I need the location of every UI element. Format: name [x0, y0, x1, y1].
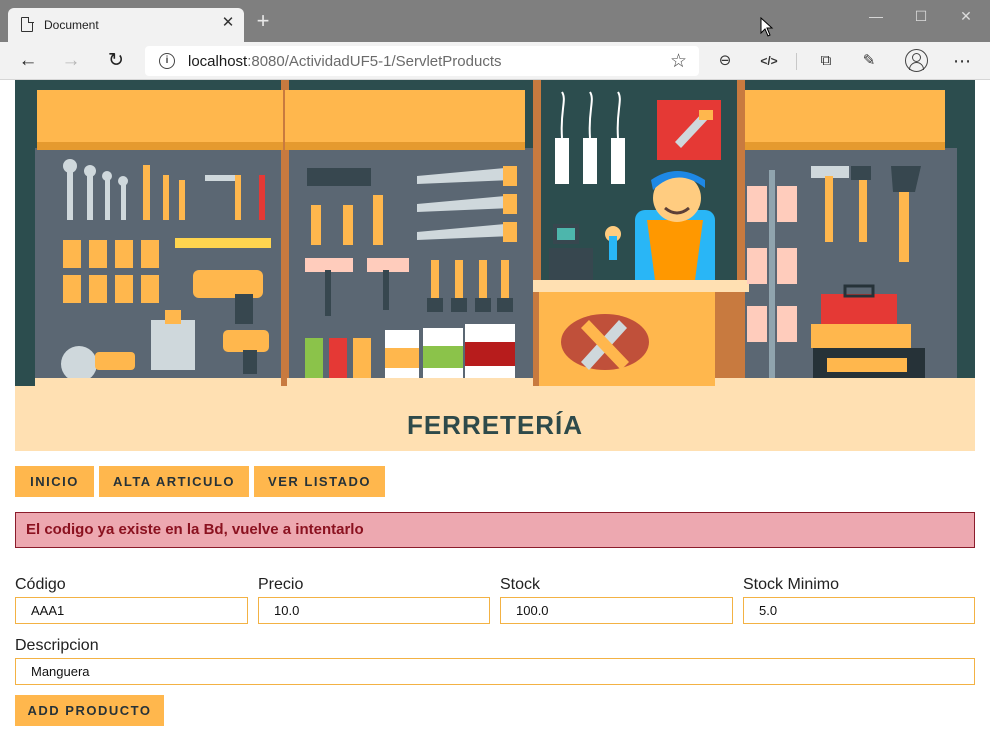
tab-close-icon[interactable]: ✕ [220, 15, 236, 31]
favorite-star-icon[interactable]: ☆ [670, 50, 687, 73]
feedback-icon[interactable]: ✎ [858, 50, 880, 72]
descripcion-label: Descripcion [15, 637, 99, 654]
reader-mode-icon[interactable]: ⊖ [714, 50, 736, 72]
hardware-store-illustration [15, 80, 975, 398]
document-icon [21, 16, 34, 32]
window-close-icon[interactable]: ✕ [951, 6, 981, 26]
new-tab-icon[interactable]: + [254, 10, 272, 32]
forward-icon[interactable]: → [58, 48, 84, 74]
more-menu-icon[interactable]: ⋯ [951, 50, 973, 72]
browser-tab[interactable]: Document ✕ [8, 8, 244, 42]
nav-alta-articulo[interactable]: ALTA ARTICULO [99, 466, 249, 497]
error-alert: El codigo ya existe en la Bd, vuelve a i… [15, 512, 975, 548]
browser-toolbar: ← → ↻ i localhost:8080/ActividadUF5-1/Se… [0, 42, 990, 80]
site-info-icon[interactable]: i [159, 53, 175, 69]
stock-label: Stock [500, 576, 541, 593]
codigo-field[interactable] [15, 597, 248, 624]
codigo-label: Código [15, 576, 66, 593]
mouse-cursor-icon [760, 17, 774, 37]
browser-titlebar: Document ✕ + — ☐ ✕ [0, 0, 990, 42]
address-bar[interactable]: i localhost:8080/ActividadUF5-1/ServletP… [145, 46, 699, 76]
nav-ver-listado[interactable]: VER LISTADO [254, 466, 385, 497]
collections-icon[interactable]: ⧉ [815, 50, 837, 72]
stock-minimo-label: Stock Minimo [743, 576, 840, 593]
stock-field[interactable] [500, 597, 733, 624]
nav-inicio[interactable]: INICIO [15, 466, 94, 497]
tab-title: Document [44, 18, 99, 32]
refresh-icon[interactable]: ↻ [103, 48, 129, 74]
hardware-store-banner [15, 80, 975, 398]
toolbar-separator [796, 53, 797, 70]
store-title-band: FERRETERÍA [15, 398, 975, 451]
page-title: FERRETERÍA [406, 410, 584, 440]
dev-tools-icon[interactable]: </> [758, 50, 780, 72]
maximize-icon[interactable]: ☐ [906, 6, 936, 26]
back-icon[interactable]: ← [15, 48, 41, 74]
descripcion-field[interactable] [15, 658, 975, 685]
url-text[interactable]: localhost:8080/ActividadUF5-1/ServletPro… [188, 53, 502, 70]
minimize-icon[interactable]: — [861, 6, 891, 26]
precio-label: Precio [258, 576, 304, 593]
precio-field[interactable] [258, 597, 490, 624]
profile-icon[interactable] [905, 49, 928, 72]
stock-minimo-field[interactable] [743, 597, 975, 624]
add-producto-button[interactable]: ADD PRODUCTO [15, 695, 164, 726]
